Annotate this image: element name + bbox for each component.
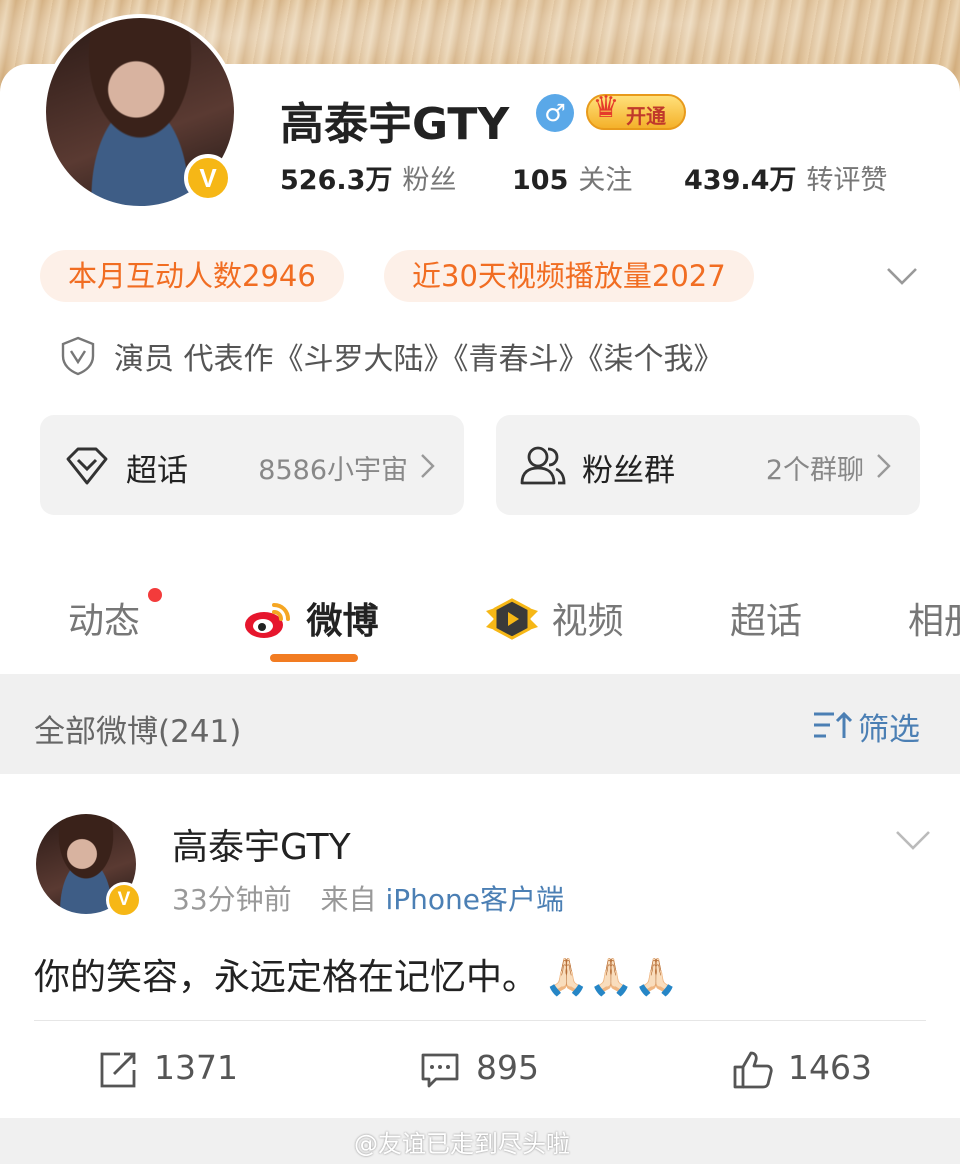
post-meta: 33分钟前 来自 iPhone客户端 <box>172 878 564 918</box>
video-badge-icon <box>486 598 538 640</box>
stat-label: 粉丝 <box>402 165 457 196</box>
post-text: 你的笑容，永远定格在记忆中。 <box>34 957 539 998</box>
supertopic-tile[interactable]: 超话 8586小宇宙 <box>40 415 464 515</box>
stat-number: 105 <box>512 165 569 196</box>
chevron-right-icon <box>421 454 435 478</box>
repost-count: 1371 <box>154 1048 238 1087</box>
diamond-icon <box>66 447 108 485</box>
tab-dynamics[interactable]: 动态 <box>68 592 140 644</box>
pray-emoji: 🙏🏻🙏🏻🙏🏻 <box>544 957 679 998</box>
stat-following[interactable]: 105 关注 <box>512 158 632 197</box>
pill-video-plays[interactable]: 近30天视频播放量2027 <box>384 250 754 302</box>
post-author-avatar[interactable]: V <box>36 814 142 918</box>
post-time: 33分钟前 <box>172 883 292 916</box>
shield-icon <box>61 336 95 376</box>
profile-name: 高泰宇GTY <box>280 99 510 150</box>
vip-label: 开通 <box>626 104 666 128</box>
stat-number: 526.3万 <box>280 165 393 196</box>
stat-label: 关注 <box>578 165 633 196</box>
tab-video[interactable]: 视频 <box>484 592 623 644</box>
stat-number: 439.4万 <box>684 165 797 196</box>
crown-icon: ♛ <box>592 90 620 125</box>
filter-bar: 全部微博(241) 筛选 <box>0 674 960 774</box>
intro-text: 演员 代表作《斗罗大陆》《青春斗》《柒个我》 <box>114 342 724 377</box>
weibo-icon <box>245 603 290 638</box>
verified-badge-icon: V <box>106 882 142 918</box>
tab-supertopic[interactable]: 超话 <box>730 592 802 644</box>
stat-followers[interactable]: 526.3万 粉丝 <box>280 158 456 197</box>
tile-value: 8586小宇宙 <box>258 455 408 486</box>
male-icon: ♂ <box>536 94 574 132</box>
comment-icon <box>421 1053 459 1088</box>
all-posts-count: 全部微博(241) <box>34 714 242 750</box>
comment-count: 895 <box>476 1048 539 1087</box>
fan-group-tile[interactable]: 粉丝群 2个群聊 <box>496 415 920 515</box>
notification-dot <box>148 588 162 602</box>
thumbs-up-icon <box>733 1051 773 1089</box>
filter-sort-icon <box>814 711 852 738</box>
post-source[interactable]: iPhone客户端 <box>385 883 564 916</box>
repost-icon <box>100 1052 136 1088</box>
profile-avatar[interactable]: V <box>42 14 238 210</box>
tile-title: 超话 <box>126 453 188 489</box>
active-tab-indicator <box>270 654 358 662</box>
tab-label: 视频 <box>551 601 624 642</box>
stat-label: 转评赞 <box>806 165 888 196</box>
post-from-prefix: 来自 <box>320 883 377 916</box>
stat-interactions[interactable]: 439.4万 转评赞 <box>684 158 887 197</box>
tab-label: 微博 <box>306 601 379 642</box>
post-divider <box>34 1020 926 1021</box>
vip-open-button[interactable]: ♛ 开通 <box>586 90 686 130</box>
post-author-name[interactable]: 高泰宇GTY <box>172 818 351 870</box>
verified-badge-icon: V <box>184 154 232 202</box>
chevron-down-icon[interactable] <box>884 258 920 294</box>
filter-label: 筛选 <box>858 712 920 748</box>
chevron-right-icon <box>877 454 891 478</box>
tab-weibo[interactable]: 微博 <box>242 592 379 644</box>
tile-title: 粉丝群 <box>582 453 675 489</box>
watermark-text: @友谊已走到尽头啦 <box>354 1130 570 1158</box>
pill-monthly-interactions[interactable]: 本月互动人数2946 <box>40 250 344 302</box>
tile-value: 2个群聊 <box>765 455 864 486</box>
tab-album[interactable]: 相册 <box>908 592 960 644</box>
post-content: 你的笑容，永远定格在记忆中。 🙏🏻🙏🏻🙏🏻 <box>34 948 679 1000</box>
chevron-down-icon[interactable] <box>894 826 932 856</box>
like-count: 1463 <box>788 1048 872 1087</box>
users-icon <box>520 446 566 485</box>
